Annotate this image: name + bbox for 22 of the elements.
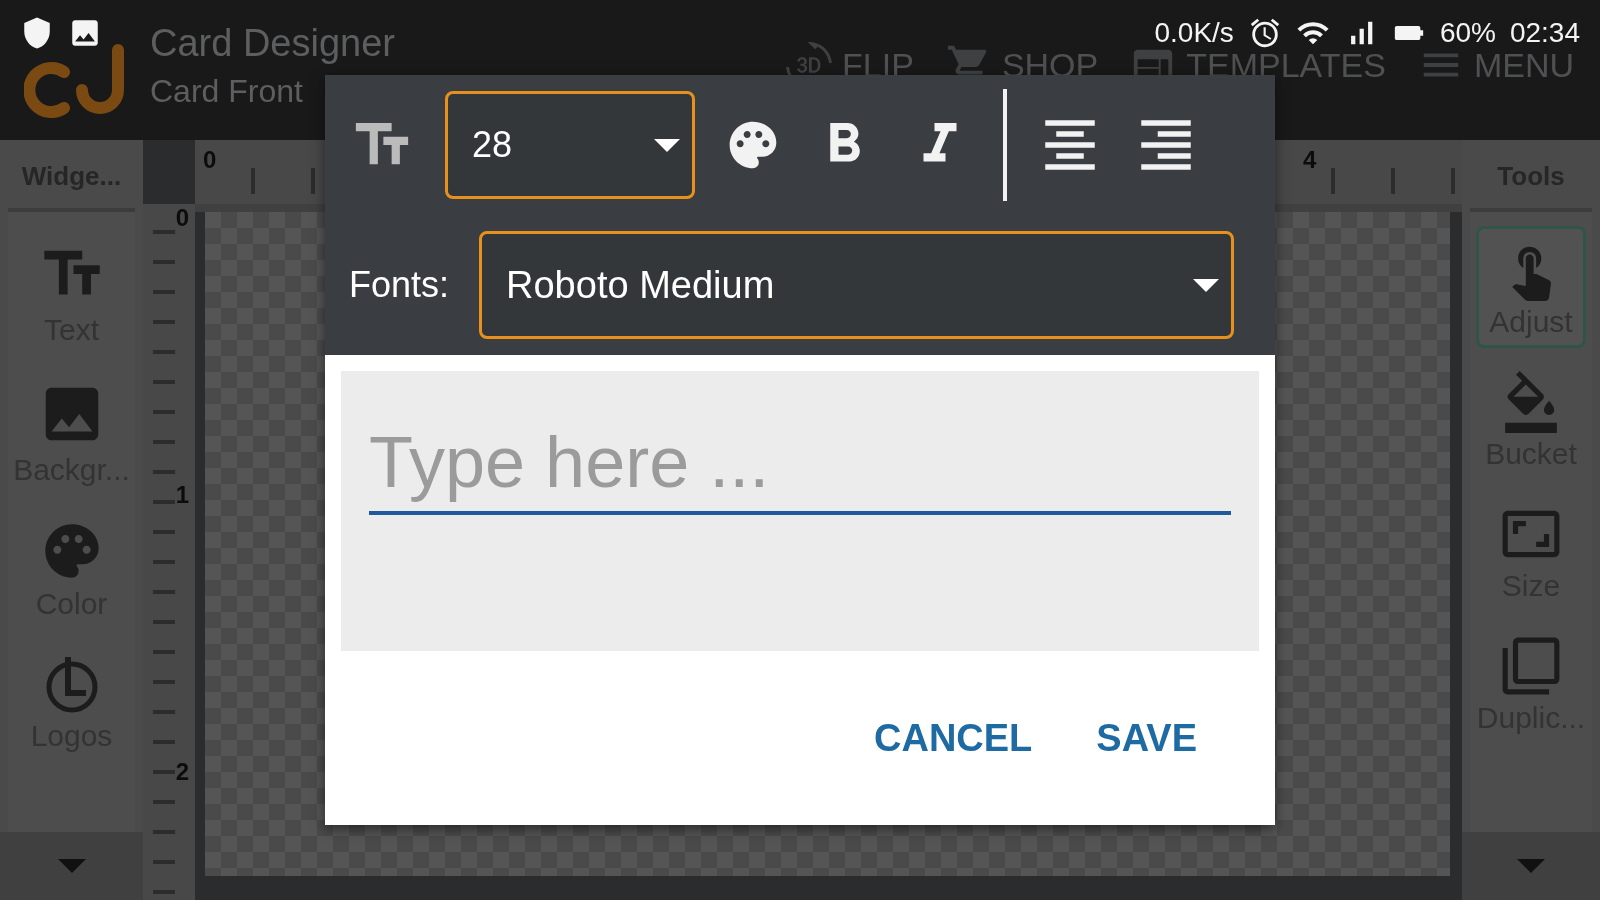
ruler-label: 1 [175, 481, 189, 509]
text-field[interactable]: Type here ... [341, 371, 1259, 651]
dialog-button[interactable]: CANCEL [862, 708, 1045, 768]
clock-time: 02:34 [1509, 17, 1580, 49]
battery-percent: 60% [1439, 17, 1496, 49]
caret-icon [1193, 278, 1220, 292]
duplicate-icon [1500, 635, 1562, 697]
size-dropdown[interactable]: 28 [445, 91, 695, 199]
caret-icon [654, 138, 680, 152]
ruler-label: 0 [175, 204, 189, 232]
app-title: Card Designer [150, 22, 395, 65]
ruler-label: 4 [1303, 146, 1317, 174]
fonts-label: Fonts: [349, 264, 450, 306]
caret-icon [1517, 859, 1545, 873]
caret-icon [57, 859, 86, 873]
dialog-button[interactable]: SAVE [1084, 708, 1209, 768]
app-subtitle: Card Front [150, 73, 304, 110]
text-input[interactable]: Type here ... [369, 421, 1231, 515]
font-dropdown[interactable]: Roboto Medium [479, 231, 1235, 339]
ruler-label: 2 [175, 758, 189, 786]
network-speed: 0.0K/s [1154, 17, 1234, 49]
ruler-label: 0 [203, 146, 217, 174]
